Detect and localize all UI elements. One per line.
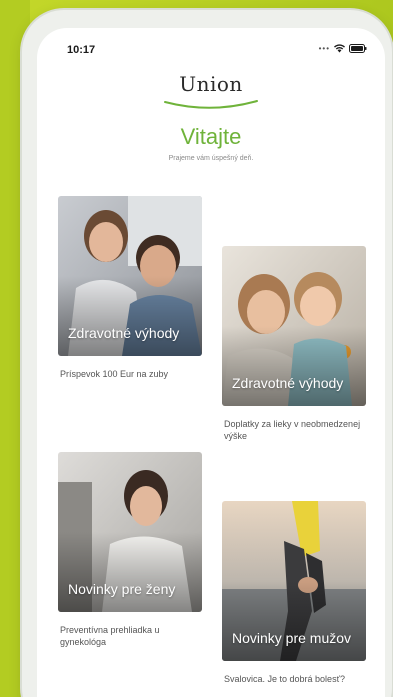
card-title: Zdravotné výhody <box>68 325 180 341</box>
card-title: Novinky pre mužov <box>232 630 352 646</box>
welcome-subtitle: Prajeme vám úspešný deň. <box>168 155 254 162</box>
card-title: Zdravotné výhody <box>232 375 344 391</box>
app-screen: 10:17 ••• Union Vitajte Prajeme vám úspe… <box>37 28 385 697</box>
card-news-women[interactable]: Novinky pre ženy Preventívna prehliadka … <box>58 452 202 648</box>
card-health-benefits-dental[interactable]: Zdravotné výhody Príspevok 100 Eur na zu… <box>58 196 202 380</box>
battery-icon <box>349 44 367 53</box>
signal-icon: ••• <box>318 44 330 53</box>
card-shade <box>222 326 366 406</box>
card-image: Zdravotné výhody <box>222 246 366 406</box>
card-caption: Príspevok 100 Eur na zuby <box>60 369 169 379</box>
card-caption: Doplatky za lieky v neobmedzenej výške <box>224 419 361 441</box>
status-icons: ••• <box>319 44 367 53</box>
status-bar: 10:17 ••• <box>37 28 385 68</box>
logo-swoosh-icon <box>164 100 258 109</box>
card-image: Novinky pre mužov <box>222 501 366 661</box>
logo-text: Union <box>179 72 243 96</box>
wifi-icon <box>334 44 345 53</box>
welcome-title: Vitajte <box>180 124 242 149</box>
card-caption: Svalovica. Je to dobrá bolesť? <box>224 674 345 684</box>
card-shade <box>58 532 202 612</box>
card-image: Novinky pre ženy <box>58 452 202 612</box>
card-news-men[interactable]: Novinky pre mužov Svalovica. Je to dobrá… <box>222 501 366 685</box>
card-shade <box>222 581 366 661</box>
card-image: Zdravotné výhody <box>58 196 202 356</box>
card-title: Novinky pre ženy <box>68 581 176 597</box>
card-health-benefits-medicine[interactable]: Zdravotné výhody Doplatky za lieky v neo… <box>222 246 366 442</box>
card-caption: Preventívna prehliadka u gynekológa <box>60 625 160 647</box>
status-time: 10:17 <box>67 44 96 56</box>
card-shade <box>58 276 202 356</box>
union-logo: Union <box>37 70 385 114</box>
